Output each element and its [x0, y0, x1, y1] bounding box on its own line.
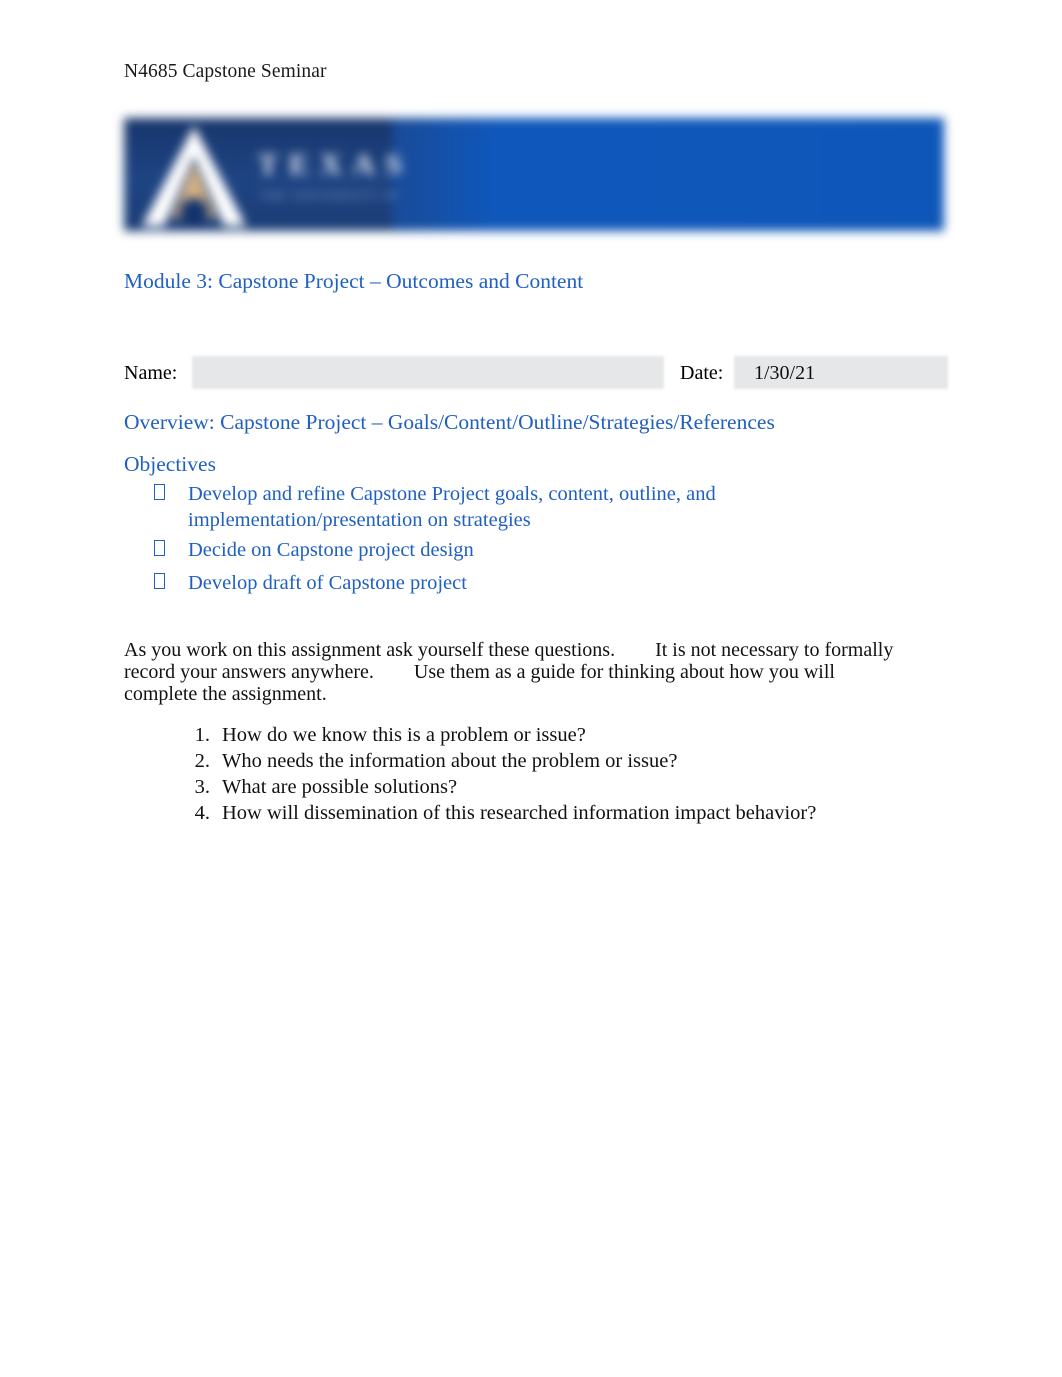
- list-item-label: What are possible solutions?: [222, 776, 458, 798]
- objectives-list: Develop and refine Capstone Project goal…: [124, 482, 824, 604]
- date-input-value[interactable]: 1/30/21: [754, 360, 815, 386]
- list-item-label: Develop draft of Capstone project: [188, 572, 467, 594]
- list-item-number: 3.: [194, 776, 210, 798]
- uta-banner-image: THE UNIVERSITY OF TEXAS: [118, 112, 950, 240]
- list-item: Develop and refine Capstone Project goal…: [124, 482, 824, 533]
- logo-circle: [180, 198, 208, 226]
- overview-heading: Overview: Capstone Project – Goals/Conte…: [124, 410, 775, 434]
- name-date-row: Name: Date: 1/30/21: [124, 356, 954, 392]
- list-item: Develop draft of Capstone project: [124, 571, 824, 599]
- questions-list: 1. How do we know this is a problem or i…: [182, 722, 942, 826]
- page-title: Module 3: Capstone Project – Outcomes an…: [124, 269, 584, 293]
- running-header: N4685 Capstone Seminar: [124, 61, 327, 82]
- list-item-label: Decide on Capstone project design: [188, 539, 474, 561]
- banner-subtext: THE UNIVERSITY OF: [260, 190, 401, 202]
- name-input[interactable]: [192, 356, 664, 389]
- list-item-number: 1.: [194, 724, 210, 746]
- list-item: 4. How will dissemination of this resear…: [182, 800, 942, 826]
- list-item-label: Develop and refine Capstone Project goal…: [188, 483, 716, 531]
- name-label: Name:: [124, 362, 178, 384]
- list-item-label: How will dissemination of this researche…: [222, 802, 817, 824]
- instructions-paragraph: As you work on this assignment ask yours…: [124, 639, 899, 705]
- missing-glyph-box-icon: [154, 573, 165, 589]
- document-page: N4685 Capstone Seminar THE UNIVERSITY OF…: [0, 0, 1062, 1377]
- banner-blur-layer: THE UNIVERSITY OF TEXAS: [118, 112, 950, 240]
- date-label: Date:: [680, 362, 724, 384]
- list-item: 3. What are possible solutions?: [182, 774, 942, 800]
- missing-glyph-box-icon: [154, 540, 165, 556]
- uta-a-logo-icon: [142, 126, 246, 226]
- list-item-number: 2.: [194, 750, 210, 772]
- list-item: 2. Who needs the information about the p…: [182, 748, 942, 774]
- list-item: 1. How do we know this is a problem or i…: [182, 722, 942, 748]
- list-item: Decide on Capstone project design: [124, 538, 824, 566]
- banner-wordmark: TEXAS: [258, 148, 414, 181]
- list-item-label: Who needs the information about the prob…: [222, 750, 678, 772]
- list-item-number: 4.: [194, 802, 210, 824]
- objectives-heading: Objectives: [124, 452, 216, 476]
- missing-glyph-box-icon: [154, 484, 165, 500]
- list-item-label: How do we know this is a problem or issu…: [222, 724, 586, 746]
